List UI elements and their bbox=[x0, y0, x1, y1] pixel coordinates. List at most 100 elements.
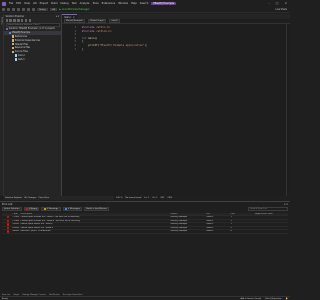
redo-icon[interactable] bbox=[32, 8, 35, 11]
panel-close-icon[interactable]: ▾ × bbox=[284, 203, 288, 206]
error-file: main.c bbox=[206, 223, 214, 226]
save-icon[interactable] bbox=[17, 8, 20, 11]
close-icon[interactable]: × bbox=[284, 1, 287, 5]
configuration-dropdown[interactable]: Debug bbox=[37, 7, 48, 12]
error-icon bbox=[6, 230, 9, 233]
error-code: C1083 bbox=[12, 216, 20, 219]
menu-window[interactable]: Window bbox=[118, 2, 128, 5]
switch-views-icon[interactable] bbox=[9, 19, 12, 22]
header-description[interactable]: Description bbox=[20, 213, 170, 216]
code-token: () bbox=[94, 36, 98, 40]
errors-filter-button[interactable]: 3 Errors bbox=[23, 207, 40, 212]
scope-dropdown[interactable]: Entire Solution bbox=[2, 207, 22, 212]
menu-test[interactable]: Test bbox=[72, 2, 77, 5]
error-suppression-state bbox=[254, 230, 274, 233]
error-project: MtestPJ Example bbox=[170, 223, 188, 226]
editor-scrollbar[interactable] bbox=[286, 24, 290, 196]
header-suppression-state[interactable]: Suppression State bbox=[254, 213, 274, 216]
header-file[interactable]: File bbox=[206, 213, 230, 216]
error-code: E1696 bbox=[12, 226, 19, 229]
run-debugger-button[interactable]: ▶ Local Windows Debugger bbox=[59, 8, 89, 11]
error-description: cannot open source file "stdlib.h" bbox=[20, 226, 54, 229]
toolbox-tab[interactable]: Toolbox bbox=[1, 17, 3, 25]
file-icon bbox=[14, 58, 17, 61]
error-description: Cannot open include file: 'stdio.h': No … bbox=[20, 216, 80, 219]
build-filter-dropdown[interactable]: Build + IntelliSense bbox=[84, 207, 109, 212]
messages-filter-button[interactable]: 0 Messages bbox=[62, 207, 83, 212]
header-code[interactable]: Code bbox=[12, 213, 20, 216]
scope-dropdown[interactable]: (Global Scope) bbox=[87, 19, 107, 23]
project-icon bbox=[8, 31, 11, 34]
save-all-icon[interactable] bbox=[22, 8, 25, 11]
menu-file[interactable]: File bbox=[9, 2, 13, 5]
app-title: MtestPJ Example bbox=[151, 1, 177, 6]
error-list-panel: Error List ▾ × Entire Solution 3 Errors … bbox=[0, 201, 290, 293]
menu-build[interactable]: Build bbox=[51, 2, 57, 5]
menu-analyze[interactable]: Analyze bbox=[80, 2, 90, 5]
tree-item[interactable]: defs.h bbox=[4, 57, 61, 61]
new-item-icon[interactable] bbox=[12, 8, 15, 11]
menu-project[interactable]: Project bbox=[40, 2, 49, 5]
error-description: identifier "printf" is undefined bbox=[20, 230, 51, 233]
menu-edit[interactable]: Edit bbox=[16, 2, 21, 5]
notifications-icon[interactable]: 🔔 bbox=[286, 298, 288, 300]
menu-git[interactable]: Git bbox=[33, 2, 37, 5]
error-list-search-input[interactable]: Search Error List bbox=[248, 207, 288, 212]
error-suppression-state bbox=[254, 223, 274, 226]
folder-icon bbox=[11, 39, 14, 42]
show-all-files-icon[interactable] bbox=[24, 19, 28, 22]
collapse-all-icon[interactable] bbox=[21, 19, 24, 22]
error-code: C1083 bbox=[12, 219, 20, 222]
tab-solution-explorer[interactable]: Solution Explorer bbox=[5, 197, 22, 199]
tab-class-view[interactable]: Class View bbox=[38, 197, 49, 199]
error-project: MtestPJ Example bbox=[170, 230, 188, 233]
select-repository-button[interactable]: Select Repository bbox=[265, 298, 282, 300]
maximize-icon[interactable]: □ bbox=[276, 1, 279, 5]
header-blank[interactable] bbox=[2, 213, 12, 216]
search-box[interactable]: Search bbox=[140, 2, 149, 5]
code-token: <stdlib.h> bbox=[96, 29, 112, 33]
warnings-filter-button[interactable]: 0 Warnings bbox=[41, 207, 61, 212]
menu-help[interactable]: Help bbox=[131, 2, 137, 5]
menu-tools[interactable]: Tools bbox=[92, 2, 98, 5]
pin-icon[interactable]: ▾ × bbox=[56, 15, 60, 18]
tab-git-changes[interactable]: Git Changes bbox=[24, 197, 36, 199]
line-number-gutter: 1234567 bbox=[62, 26, 78, 51]
code-token: "MtestPJ Example application" bbox=[99, 43, 145, 47]
back-icon[interactable] bbox=[2, 8, 5, 11]
live-share-button[interactable]: Live Share bbox=[276, 8, 287, 11]
forward-icon[interactable] bbox=[7, 8, 10, 11]
home-icon[interactable] bbox=[5, 19, 8, 22]
undo-icon[interactable] bbox=[27, 8, 30, 11]
error-list-filter-bar: Entire Solution 3 Errors 0 Warnings 0 Me… bbox=[0, 207, 290, 213]
properties-icon[interactable] bbox=[28, 19, 32, 22]
folder-icon bbox=[11, 35, 14, 38]
code-lines: #include <stdio.h> #include <stdlib.h> int… bbox=[82, 26, 148, 51]
menu-extensions[interactable]: Extensions bbox=[102, 2, 116, 5]
header-project[interactable]: Project bbox=[170, 213, 206, 216]
pending-changes-icon[interactable] bbox=[13, 19, 16, 22]
error-row[interactable]: E0020 identifier "printf" is undefined Mte… bbox=[2, 230, 288, 235]
error-list-title: Error List bbox=[2, 202, 13, 206]
solution-search-input[interactable]: Search Solution Explorer (Ctrl+;) bbox=[5, 23, 60, 27]
minimize-icon[interactable]: – bbox=[268, 1, 270, 5]
issues-indicator[interactable]: No issues found bbox=[125, 197, 141, 199]
menu-debug[interactable]: Debug bbox=[60, 2, 68, 5]
solution-icon bbox=[5, 27, 8, 31]
platform-dropdown[interactable]: x64 bbox=[49, 7, 58, 12]
zoom-level[interactable]: 100 % bbox=[116, 197, 122, 199]
member-dropdown[interactable]: main() bbox=[109, 19, 120, 23]
folder-icon bbox=[11, 46, 14, 50]
project-dropdown[interactable]: MtestPJ Example bbox=[64, 19, 85, 23]
error-line: 2 bbox=[230, 226, 232, 229]
menu-view[interactable]: View bbox=[24, 2, 30, 5]
add-to-source-control-button[interactable]: Add to Source Control bbox=[240, 298, 261, 300]
code-line: printf("MtestPJ Example application"); bbox=[82, 43, 148, 48]
code-token: ); bbox=[144, 43, 148, 47]
tree-item-label: Resource Files bbox=[14, 46, 31, 50]
code-editor[interactable]: 1234567 #include <stdio.h> #include <stdl… bbox=[62, 24, 286, 196]
header-line[interactable]: Line bbox=[230, 213, 254, 216]
solution-explorer-toolbar bbox=[4, 19, 61, 23]
error-icon bbox=[6, 226, 9, 230]
sync-icon[interactable] bbox=[17, 19, 20, 22]
